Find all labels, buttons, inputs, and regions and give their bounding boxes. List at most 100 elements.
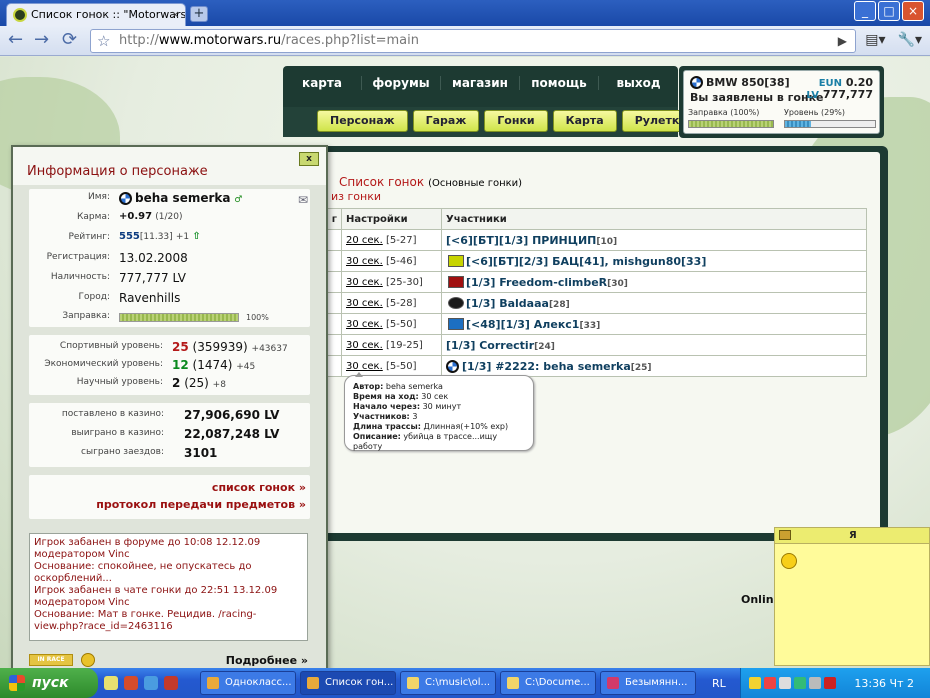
race-participants[interactable]: [1/3] #2222: beha semerka[25] [441,355,867,377]
casino-section: поставлено в казино: 27,906,690 LV выигр… [29,403,310,467]
quicklaunch-icon[interactable] [124,676,138,690]
new-tab-button[interactable]: + [190,6,208,22]
race-participants[interactable]: [1/3] Baldaaa[28] [441,292,867,314]
windows-logo-icon [9,675,25,691]
browser-tab-races[interactable]: Список гонок :: "Motorwars" × [6,3,186,26]
casino-win-row: выиграно в казино: 22,087,248 LV [71,427,280,441]
karma-row: Карма: +0.97 (1/20) [77,211,183,222]
in-race-badge: IN RACE [29,654,73,666]
quicklaunch-icon[interactable] [104,676,118,690]
tray-icon[interactable] [809,677,821,689]
tray-icon[interactable] [749,677,761,689]
back-arrow-icon[interactable]: ← [8,30,23,50]
clan-flag-icon [448,254,464,267]
race-time-link[interactable]: 30 сек. [346,340,383,351]
reload-icon[interactable]: ⟳ [62,30,77,50]
browser-titlebar: Список гонок :: "Motorwars" × + _ □ × [0,0,930,26]
tray-icon[interactable] [779,677,791,689]
race-time-link[interactable]: 30 сек. [346,361,383,372]
forward-arrow-icon[interactable]: → [34,30,49,50]
character-info-popup: Информация о персонаже x Имя: beha semer… [11,145,328,668]
start-button[interactable]: пуск [0,668,98,698]
maximize-button[interactable]: □ [878,1,900,21]
car-fuel-bar [688,120,774,128]
messenger-note: Я [774,527,930,666]
race-participants[interactable]: [1/3] Freedom-climbeR[30] [441,271,867,293]
menu-item-forums[interactable]: форумы [362,76,441,90]
submenu-garage-button[interactable]: Гараж [412,110,480,132]
race-time-link[interactable]: 20 сек. [346,235,383,246]
envelope-icon[interactable]: ✉ [298,193,308,207]
quicklaunch-icon[interactable] [164,676,178,690]
race-time-link[interactable]: 30 сек. [346,277,383,288]
taskbar-task[interactable]: C:\Docume... [500,671,596,695]
motorwars-favicon-icon [13,8,27,22]
menu-item-exit[interactable]: выход [599,76,678,90]
race-participants[interactable]: [<6][БТ][2/3] БАЦ[41], mishgun80[33] [441,250,867,272]
car-name[interactable]: BMW 850[38] [690,76,790,89]
smiley-icon[interactable] [781,553,797,569]
race-time-link[interactable]: 30 сек. [346,298,383,309]
more-details-link[interactable]: Подробнее » [226,654,308,667]
taskbar-task[interactable]: Список гон... [300,671,396,695]
page-viewport: карта форумы магазин помощь выход Персон… [0,57,930,668]
races-played-row: сыграно заездов: 3101 [81,446,218,460]
popup-close-button[interactable]: x [299,152,319,166]
submenu-map-button[interactable]: Карта [552,110,617,132]
sport-level-row: Спортивный уровень: 25 (359939) +43637 [59,340,288,354]
url-scheme: http:// [119,33,159,48]
character-profile-section: Имя: beha semerka ♂ ✉ Карма: +0.97 (1/20… [29,189,310,327]
taskbar-clock[interactable]: 13:36 Чт 2 [854,677,914,690]
races-content-frame: Список гонок (Основные гонки) из гонки г … [283,146,888,541]
item-transfer-log-link[interactable]: протокол передачи предметов » [33,498,306,511]
races-table: г Настройки Участники 20 сек. [5-27] [<6… [291,208,867,377]
window-controls: _ □ × [854,1,924,21]
tools-menu-icon[interactable]: 🔧▾ [898,32,922,48]
coin-icon [81,653,95,667]
race-tooltip: Автор: beha semerka Время на ход: 30 сек… [344,372,534,451]
taskbar-task[interactable]: Безымянн... [600,671,696,695]
race-participants[interactable]: [1/3] Correctir[24] [441,334,867,356]
character-name: beha semerka [135,191,231,205]
race-time-link[interactable]: 30 сек. [346,319,383,330]
race-participants[interactable]: [<48][1/3] Алекс1[33] [441,313,867,335]
races-list-link[interactable]: список гонок » [33,481,306,494]
tray-icon[interactable] [794,677,806,689]
language-indicator[interactable]: RL [712,677,726,690]
quicklaunch-icon[interactable] [144,676,158,690]
page-menu-icon[interactable]: ▤▾ [865,32,885,48]
race-participants[interactable]: [<6][БТ][1/3] ПРИНЦИП[10] [441,229,867,251]
menu-item-map[interactable]: карта [283,76,362,90]
address-bar[interactable]: ☆ http://www.motorwars.ru/races.php?list… [90,29,856,53]
menu-item-shop[interactable]: магазин [441,76,520,90]
site-sub-menu: Персонаж Гараж Гонки Карта Рулетка [283,107,700,137]
popup-title: Информация о персонаже [27,164,208,179]
bmw-logo-icon [690,76,703,89]
url-path: /races.php?list=main [281,33,419,48]
tray-icon[interactable] [764,677,776,689]
city-row: Город: Ravenhills [78,291,181,305]
car-level-bar [784,120,876,128]
tray-icon[interactable] [824,677,836,689]
tab-close-icon[interactable]: × [171,4,180,25]
bookmark-star-icon[interactable]: ☆ [97,30,110,52]
rating-up-arrow-icon: ⇧ [192,231,201,242]
minimize-button[interactable]: _ [854,1,876,21]
submenu-character-button[interactable]: Персонаж [317,110,408,132]
car-status-box: BMW 850[38] Вы заявлены в гонке EUN 0.20… [679,66,884,138]
table-row: 30 сек. [5-50] [1/3] #2222: beha semerka… [291,355,867,377]
close-window-button[interactable]: × [902,1,924,21]
go-icon[interactable]: ▶ [838,30,847,52]
fuel-row: Заправка: 100% [62,311,269,322]
race-time-link[interactable]: 30 сек. [346,256,383,267]
taskbar-task[interactable]: Однокласс... [200,671,296,695]
leave-race-link[interactable]: из гонки [331,190,381,203]
bmw-logo-icon [446,359,459,373]
name-row: Имя: beha semerka ♂ ✉ [88,191,308,207]
taskbar-task[interactable]: C:\music\ol... [400,671,496,695]
url-host: www.motorwars.ru [158,33,282,48]
car-fuel-label: Заправка (100%) [688,108,760,117]
menu-item-help[interactable]: помощь [520,76,599,90]
submenu-races-button[interactable]: Гонки [484,110,548,132]
rating-row: Рейтинг: 555[11.33] +1 ⇧ [68,231,201,242]
